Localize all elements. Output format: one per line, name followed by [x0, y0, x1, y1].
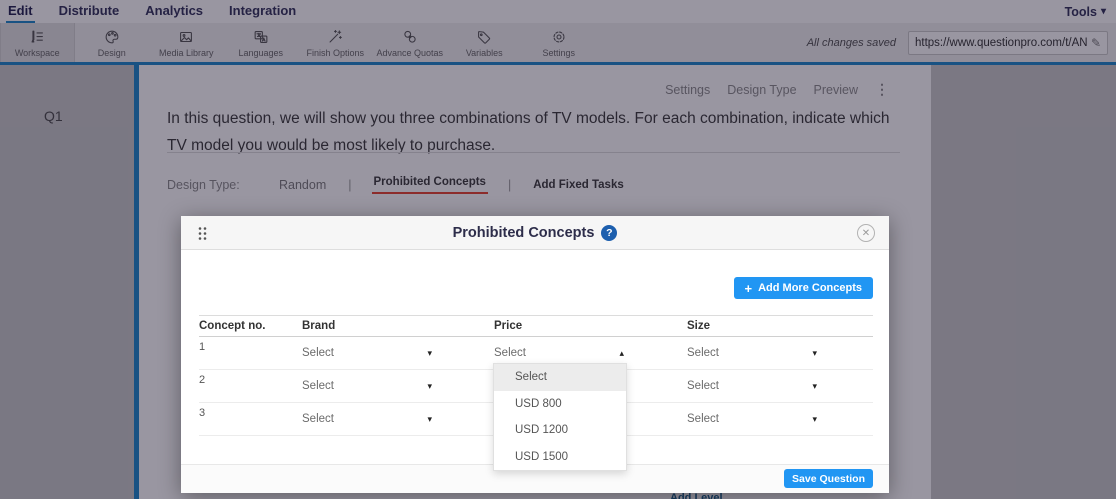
add-more-concepts-label: Add More Concepts	[758, 282, 862, 294]
concept-number: 1	[199, 337, 302, 353]
close-icon[interactable]: ✕	[857, 224, 875, 242]
caret-down-icon: ▾	[812, 381, 817, 392]
select-value: Select	[687, 347, 719, 359]
modal-header: Prohibited Concepts ? ✕	[181, 216, 889, 250]
plus-icon: +	[745, 281, 753, 296]
brand-select-row1[interactable]: Select ▾	[302, 347, 432, 359]
select-value: Select	[302, 347, 334, 359]
size-select-row3[interactable]: Select ▾	[687, 413, 817, 425]
size-select-row1[interactable]: Select ▾	[687, 347, 817, 359]
select-value: Select	[494, 347, 526, 359]
select-value: Select	[687, 413, 719, 425]
drag-handle-icon[interactable]	[197, 226, 208, 246]
caret-down-icon: ▾	[812, 348, 817, 359]
concept-number: 2	[199, 370, 302, 386]
column-header-brand: Brand	[302, 320, 494, 332]
questionpro-editor-screen: Edit Distribute Analytics Integration To…	[0, 0, 1116, 499]
select-value: Select	[302, 413, 334, 425]
dropdown-option-usd-1500[interactable]: USD 1500	[494, 444, 626, 471]
modal-title: Prohibited Concepts	[453, 225, 595, 241]
column-header-price: Price	[494, 320, 687, 332]
price-select-row1[interactable]: Select ▴	[494, 347, 624, 359]
caret-up-icon: ▴	[619, 348, 624, 359]
prohibited-concepts-modal: Prohibited Concepts ? ✕ + Add More Conce…	[181, 216, 889, 493]
caret-down-icon: ▾	[427, 381, 432, 392]
save-question-button[interactable]: Save Question	[784, 469, 873, 488]
caret-down-icon: ▾	[427, 348, 432, 359]
select-value: Select	[302, 380, 334, 392]
dropdown-option-select[interactable]: Select	[494, 364, 626, 391]
column-header-size: Size	[687, 320, 873, 332]
dropdown-option-usd-1200[interactable]: USD 1200	[494, 417, 626, 444]
help-icon[interactable]: ?	[601, 225, 617, 241]
concept-number: 3	[199, 403, 302, 419]
dropdown-option-usd-800[interactable]: USD 800	[494, 391, 626, 418]
column-header-concept-no: Concept no.	[199, 320, 302, 332]
price-dropdown-menu: Select USD 800 USD 1200 USD 1500	[493, 363, 627, 471]
size-select-row2[interactable]: Select ▾	[687, 380, 817, 392]
select-value: Select	[687, 380, 719, 392]
caret-down-icon: ▾	[812, 414, 817, 425]
add-more-concepts-button[interactable]: + Add More Concepts	[734, 277, 874, 299]
modal-title-wrap: Prohibited Concepts ?	[453, 225, 618, 241]
caret-down-icon: ▾	[427, 414, 432, 425]
brand-select-row2[interactable]: Select ▾	[302, 380, 432, 392]
brand-select-row3[interactable]: Select ▾	[302, 413, 432, 425]
table-header-row: Concept no. Brand Price Size	[199, 315, 873, 337]
